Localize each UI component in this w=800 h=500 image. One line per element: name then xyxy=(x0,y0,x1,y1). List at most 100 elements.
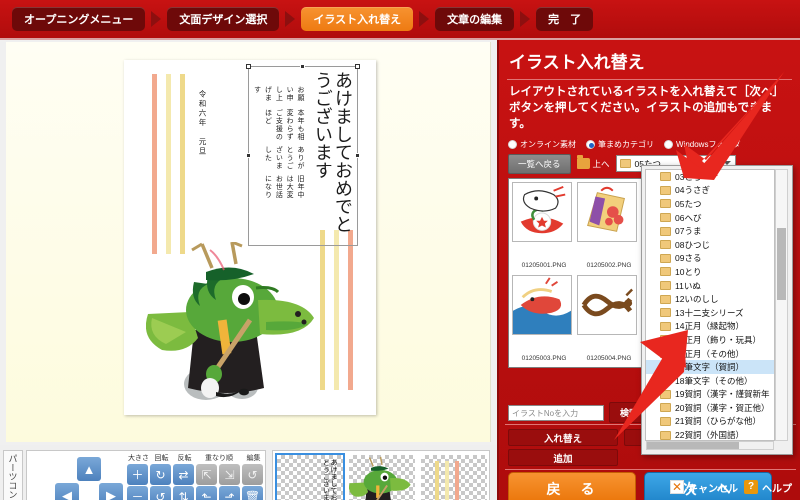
gallery-item[interactable]: 01205004.PNG xyxy=(577,274,641,362)
folder-icon xyxy=(660,335,671,345)
dropdown-item[interactable]: 12いのしし xyxy=(646,292,774,306)
add-button[interactable]: 追加 xyxy=(508,449,618,466)
resize-handle-top-middle[interactable] xyxy=(300,64,305,69)
back-to-list-button[interactable]: 一覧へ戻る xyxy=(508,153,571,174)
dropdown-item[interactable]: 21賀詞（ひらがな他） xyxy=(646,415,774,429)
move-left-button[interactable]: ◀ xyxy=(55,483,79,500)
dropdown-item[interactable]: 05たつ xyxy=(646,197,774,211)
folder-icon xyxy=(660,389,671,399)
dropdown-item-label: 04うさぎ xyxy=(675,185,710,196)
postcard-preview[interactable]: 旧年中は大変お世話になり ありがとうございました 本年も相変わらずご支援のほど … xyxy=(124,60,376,415)
gallery-thumbnail[interactable] xyxy=(577,181,637,242)
dropdown-item-label: 10とり xyxy=(675,266,702,277)
folder-icon xyxy=(660,240,671,250)
dropdown-item[interactable]: 06へび xyxy=(646,211,774,225)
step-complete[interactable]: 完 了 xyxy=(536,7,594,31)
gallery-thumbnail[interactable] xyxy=(577,274,637,335)
folder-dropdown-list[interactable]: 03とら 04うさぎ 05たつ 06へび 07うま 08ひつじ 09さる 10とり 11いぬ 12… xyxy=(645,169,775,441)
folder-icon xyxy=(660,267,671,277)
parts-thumbnail-strip[interactable]: あけましておめでとうございます xyxy=(272,450,490,500)
radio-fudemame-category[interactable]: 筆まめカテゴリ xyxy=(586,139,654,150)
folder-icon xyxy=(660,430,671,440)
dragon-illustration[interactable] xyxy=(146,242,326,412)
gallery-thumbnail[interactable] xyxy=(512,274,572,335)
dropdown-item[interactable]: 19賀詞（漢字・謹賀新年 xyxy=(646,388,774,402)
dropdown-item[interactable]: 07うま xyxy=(646,224,774,238)
postcard-date-text[interactable]: 令和六年 元旦 xyxy=(197,90,208,157)
flip-vertical-button[interactable]: ⇅ xyxy=(173,486,194,500)
dropdown-item[interactable]: 16正月（その他） xyxy=(646,347,774,361)
tool-row-top: ＋ ↻ ⇄ ⇱ ⇲ ↺ xyxy=(127,464,265,485)
dropdown-item-label: 08ひつじ xyxy=(675,239,710,250)
move-right-button[interactable]: ▶ xyxy=(99,483,123,500)
gallery-item[interactable]: 01205001.PNG xyxy=(512,181,576,269)
step-arrow-icon xyxy=(151,11,162,27)
resize-handle-middle-right[interactable] xyxy=(355,153,360,158)
size-decrease-button[interactable]: － xyxy=(127,486,148,500)
gallery-item[interactable]: 01205002.PNG xyxy=(577,181,641,269)
dropdown-item[interactable]: 15正月（飾り・玩具） xyxy=(646,333,774,347)
dropdown-item-label: 14正月（縁起物） xyxy=(675,321,744,332)
step-opening-menu[interactable]: オープニングメニュー xyxy=(12,7,146,31)
swap-button[interactable]: 入れ替え xyxy=(508,429,618,446)
dropdown-item[interactable]: 08ひつじ xyxy=(646,238,774,252)
help-button[interactable]: ? ヘルプ xyxy=(744,480,792,495)
parts-thumb-dragon[interactable] xyxy=(348,455,415,500)
dropdown-horizontal-scrollbar[interactable] xyxy=(646,441,774,450)
step-text-edit[interactable]: 文章の編集 xyxy=(435,7,515,31)
folder-icon xyxy=(660,281,671,291)
cancel-button[interactable]: ✕ キャンセル xyxy=(670,480,738,495)
radio-windows-folder[interactable]: Windowsフォルダ xyxy=(664,139,740,150)
folder-dropdown-popup[interactable]: 03とら 04うさぎ 05たつ 06へび 07うま 08ひつじ 09さる 10とり 11いぬ 12… xyxy=(641,165,793,455)
design-canvas[interactable]: 旧年中は大変お世話になり ありがとうございました 本年も相変わらずご支援のほど … xyxy=(6,42,491,442)
parts-thumb-stripes[interactable] xyxy=(421,455,487,500)
dropdown-item[interactable]: 18筆文字（その他） xyxy=(646,374,774,388)
bring-forward-button[interactable]: ⇲ xyxy=(219,464,240,485)
dropdown-item[interactable]: 22賀詞（外国語） xyxy=(646,428,774,440)
dropdown-item[interactable]: 17筆文字（賀詞） xyxy=(646,360,774,374)
step-arrow-icon xyxy=(285,11,296,27)
up-folder-button[interactable]: 上へ xyxy=(576,155,610,170)
undo-button[interactable]: ↺ xyxy=(242,464,263,485)
step-bar: オープニングメニュー 文面デザイン選択 イラスト入れ替え 文章の編集 完 了 xyxy=(0,0,800,40)
dropdown-item[interactable]: 04うさぎ xyxy=(646,184,774,198)
gallery-thumbnail[interactable] xyxy=(512,181,572,242)
selected-greeting-object[interactable]: あけましておめでとうございます xyxy=(246,64,360,246)
dropdown-item[interactable]: 03とら xyxy=(646,170,774,184)
dropdown-item[interactable]: 13十二支シリーズ xyxy=(646,306,774,320)
dropdown-item[interactable]: 11いぬ xyxy=(646,279,774,293)
resize-handle-top-left[interactable] xyxy=(246,64,251,69)
question-icon: ? xyxy=(744,480,758,494)
dragon-kagami-icon xyxy=(513,182,571,241)
dropdown-vertical-scrollbar[interactable] xyxy=(775,169,788,441)
folder-icon xyxy=(660,213,671,223)
send-backward-button[interactable]: ⬏ xyxy=(219,486,240,500)
resize-handle-top-right[interactable] xyxy=(355,64,360,69)
rotate-cw-button[interactable]: ↻ xyxy=(150,464,171,485)
resize-handle-middle-left[interactable] xyxy=(246,153,251,158)
move-up-button[interactable]: ▲ xyxy=(77,457,101,481)
rotate-ccw-button[interactable]: ↺ xyxy=(150,486,171,500)
parts-thumb-greeting[interactable]: あけましておめでとうございます xyxy=(275,453,345,500)
gallery-item[interactable]: 01205003.PNG xyxy=(512,274,576,362)
dropdown-item[interactable]: 10とり xyxy=(646,265,774,279)
tool-header-rotate: 回転 xyxy=(154,455,169,462)
size-increase-button[interactable]: ＋ xyxy=(127,464,148,485)
dropdown-item[interactable]: 09さる xyxy=(646,252,774,266)
dropdown-item[interactable]: 20賀詞（漢字・賀正他） xyxy=(646,401,774,415)
send-to-back-button[interactable]: ⬑ xyxy=(196,486,217,500)
illustration-no-input[interactable]: イラストNoを入力 xyxy=(508,404,604,421)
step-illustration-swap[interactable]: イラスト入れ替え xyxy=(301,7,414,31)
radio-dot-selected-icon xyxy=(586,139,595,149)
illustration-gallery[interactable]: 01205001.PNG 01205002.PNG 01205003.PNG 0… xyxy=(508,177,643,368)
radio-online-material[interactable]: オンライン素材 xyxy=(508,139,576,150)
delete-part-button[interactable]: 🗑 xyxy=(242,486,263,500)
flip-horizontal-button[interactable]: ⇄ xyxy=(173,464,194,485)
tool-cluster: 大きさ 回転 反転 重なり順 編集 ＋ ↻ ⇄ ⇱ ⇲ ↺ － ↺ ⇅ ⬑ ⬏ … xyxy=(127,453,265,500)
step-design-select[interactable]: 文面デザイン選択 xyxy=(167,7,280,31)
dropdown-item-label: 17筆文字（賀詞） xyxy=(675,362,744,373)
dropdown-item[interactable]: 14正月（縁起物） xyxy=(646,320,774,334)
greeting-text: あけましておめでとうございます xyxy=(312,71,353,233)
bring-to-front-button[interactable]: ⇱ xyxy=(196,464,217,485)
tool-header-edit: 編集 xyxy=(246,455,261,462)
